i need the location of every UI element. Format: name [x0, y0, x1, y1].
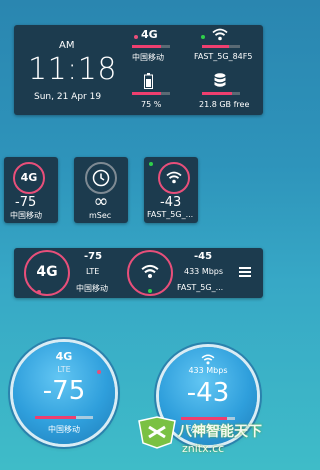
wide-cell-sub: LTE [86, 267, 100, 276]
gauge-cell-bar [35, 416, 93, 419]
gauge-cell-carrier: 中国移动 [48, 425, 80, 434]
network-active-dot [134, 35, 138, 39]
wifi-name: FAST_5G_84F5 [194, 52, 253, 61]
wifi-tile-dot [149, 162, 153, 166]
watermark-url: znitx.cc [182, 442, 225, 455]
cell-signal-tile[interactable]: 4G -75 中国移动 [4, 157, 58, 223]
latency-tile[interactable]: ∞ mSec [74, 157, 128, 223]
wide-network-widget[interactable]: 4G -75 LTE 中国移动 -45 433 Mbps FAST_5G_... [14, 248, 263, 298]
carrier-name: 中国移动 [132, 53, 164, 62]
wide-cell-dot [37, 290, 41, 294]
gauge-cell-value: -75 [42, 376, 86, 406]
gauge-wifi-value: -43 [186, 378, 230, 408]
network-signal-bar [132, 45, 170, 48]
wide-wifi-speed: 433 Mbps [184, 267, 224, 276]
battery-percent: 75 % [141, 100, 162, 109]
wifi-signal-value: -43 [160, 195, 182, 210]
network-type: 4G [141, 28, 158, 41]
wide-wifi-dot [148, 289, 152, 293]
cell-carrier: 中国移动 [10, 211, 42, 220]
wide-cell-type: 4G [36, 264, 58, 280]
wifi-signal-bar [202, 45, 240, 48]
gauge-wifi-bar [181, 417, 235, 420]
wifi-active-dot [201, 35, 205, 39]
watermark-logo-icon [138, 416, 176, 449]
wifi-icon [212, 28, 228, 41]
menu-icon[interactable] [239, 267, 251, 279]
gauge-wifi-speed: 433 Mbps [188, 366, 228, 375]
battery-level-bar [132, 92, 170, 95]
wifi-signal-tile[interactable]: -43 FAST_5G_... [144, 157, 198, 223]
gauge-cell-type: 4G [55, 350, 73, 363]
wifi-icon [201, 354, 215, 365]
clock-date: Sun, 21 Apr 19 [34, 92, 102, 102]
cell-gauge[interactable]: 4G LTE -75 中国移动 [13, 342, 115, 444]
wifi-ssid: FAST_5G_... [147, 210, 194, 219]
wide-cell-value: -75 [84, 251, 103, 262]
battery-icon [144, 73, 153, 89]
ampm-label: AM [59, 40, 75, 51]
storage-icon [214, 73, 226, 87]
cell-signal-value: -75 [15, 195, 37, 210]
wifi-icon [166, 171, 182, 184]
latency-unit: mSec [89, 211, 112, 220]
gauge-cell-dot [97, 370, 101, 374]
wide-wifi-name: FAST_5G_... [177, 283, 224, 292]
clock-widget[interactable]: AM 11:18 Sun, 21 Apr 19 4G 中国移动 FAST_5G_… [14, 25, 263, 115]
clock-time[interactable]: 11:18 [28, 52, 117, 87]
watermark-text: 八神智能天下 [178, 424, 262, 440]
cell-network-type: 4G [20, 171, 38, 184]
wide-carrier: 中国移动 [76, 284, 108, 293]
clock-icon [92, 169, 110, 187]
latency-value: ∞ [93, 191, 109, 212]
wifi-icon [141, 264, 159, 279]
storage-free: 21.8 GB free [199, 100, 250, 109]
wide-wifi-value: -45 [194, 251, 213, 262]
storage-used-bar [202, 92, 240, 95]
